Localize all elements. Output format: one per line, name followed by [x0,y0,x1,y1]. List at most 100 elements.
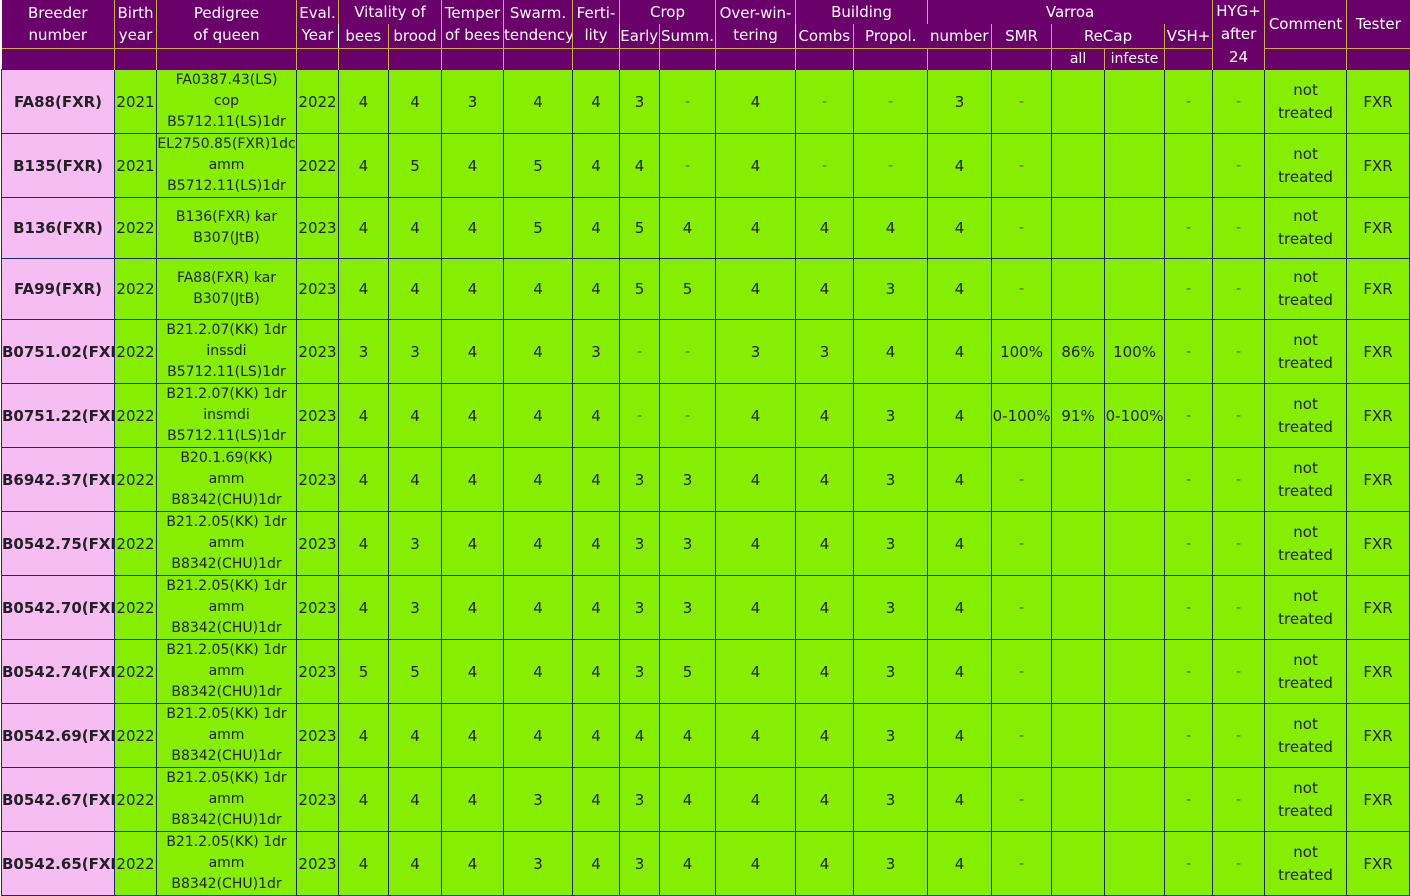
comment-cell: not treated [1264,319,1348,384]
vitality-bees-cell: 5 [338,639,389,704]
pedigree-line: B21.2.05(KK) 1dr [166,642,287,658]
building-propol-cell: 3 [853,575,929,640]
comment-line: treated [1278,291,1333,309]
recap-all-cell [1051,133,1106,198]
crop-early-cell: 3 [619,831,660,896]
pedigree-line: B21.2.05(KK) 1dr [166,578,287,594]
header-smr: SMR [991,24,1052,49]
varroa-smr-cell: - [991,447,1053,512]
building-combs-cell: 4 [795,831,855,896]
overwintering-cell: 4 [715,831,797,896]
birth-year-cell: 2022 [114,319,157,384]
temper-cell: 4 [441,447,504,512]
fertility-cell: 4 [572,575,620,640]
pedigree-line: B307(JtB) [193,230,260,246]
crop-early-cell: 4 [619,703,660,768]
temper-cell: 4 [441,767,504,832]
pedigree-line: inssdi [206,343,247,359]
swarm-tendency-cell: 3 [503,831,573,896]
recap-infested-cell [1104,831,1166,896]
eval-year-cell: 2022 [296,69,339,134]
building-propol-cell: 3 [853,511,929,576]
vitality-brood-cell: 4 [388,258,442,320]
comment-line: not [1293,778,1318,797]
breeder-number-cell: B6942.37(FXR) [1,447,115,512]
birth-year-cell: 2022 [114,639,157,704]
table-row: B0542.69(FXR)2022 B21.2.05(KK) 1dr amm B834… [1,703,1410,768]
overwintering-cell: 3 [715,319,797,384]
crop-early-cell: 3 [619,447,660,512]
temper-cell: 4 [441,511,504,576]
recap-all-cell [1051,258,1106,320]
pedigree-line: insmdi [203,407,250,423]
header-building: Building [795,0,928,25]
breeding-evaluation-table: Breeder number Birth year Pedigree of queen… [1,0,1410,896]
pedigree-line: B5712.11(LS)1dr [167,428,286,444]
building-combs-cell: - [795,133,855,198]
tester-cell: FXR [1346,133,1410,198]
varroa-smr-cell: - [991,69,1053,134]
building-combs-cell: 4 [795,383,855,448]
vsh-cell: - [1164,319,1214,384]
vitality-bees-cell: 4 [338,383,389,448]
building-propol-cell: 3 [853,447,929,512]
building-propol-cell: 3 [853,767,929,832]
breeder-number-cell: B0751.02(FXR) [1,319,115,384]
varroa-number-cell: 4 [927,511,993,576]
vitality-brood-cell: 4 [388,447,442,512]
crop-early-cell: 3 [619,767,660,832]
pedigree-line: amm [208,663,245,679]
varroa-smr-cell: - [991,767,1053,832]
overwintering-cell: 4 [715,258,797,320]
crop-early-cell: 3 [619,639,660,704]
comment-cell: not treated [1264,258,1348,320]
crop-early-cell: 3 [619,575,660,640]
pedigree-line: amm [208,157,245,173]
eval-year-cell: 2023 [296,319,339,384]
comment-line: not [1293,458,1318,477]
building-propol-cell: - [853,133,929,198]
vitality-brood-cell: 4 [388,831,442,896]
hyg-cell: - [1212,447,1266,512]
hyg-cell: - [1212,319,1266,384]
overwintering-cell: 4 [715,575,797,640]
pedigree-cell: B21.2.07(KK) 1dr insmdi B5712.11(LS)1dr [156,383,297,448]
building-propol-cell: 3 [853,383,929,448]
temper-cell: 4 [441,197,504,259]
building-combs-cell: 4 [795,575,855,640]
varroa-smr-cell: 100% [991,319,1053,384]
overwintering-cell: 4 [715,197,797,259]
hyg-cell: - [1212,703,1266,768]
comment-cell: not treated [1264,703,1348,768]
crop-summer-cell: 4 [658,767,717,832]
varroa-smr-cell: - [991,197,1053,259]
vitality-brood-cell: 3 [388,511,442,576]
vsh-cell: - [1164,767,1214,832]
header-swarm: Swarm. tendency [503,0,573,49]
crop-summer-cell: 5 [658,258,717,320]
recap-all-cell: 86% [1051,319,1106,384]
fertility-cell: 4 [572,383,620,448]
pedigree-line: amm [208,855,245,871]
pedigree-line: FA0387.43(LS) [175,72,278,88]
vitality-bees-cell: 4 [338,69,389,134]
breeder-number-cell: B0542.65(FXR) [1,831,115,896]
overwintering-cell: 4 [715,69,797,134]
comment-line: treated [1278,865,1333,884]
header-crop: Crop [618,0,716,25]
table-row: B0542.67(FXR)2022 B21.2.05(KK) 1dr amm B834… [1,767,1410,832]
header-pedigree: Pedigree of queen [156,0,297,49]
breeder-number-cell: B0542.69(FXR) [1,703,115,768]
pedigree-cell: EL2750.85(FXR)1dc amm B5712.11(LS)1dr [156,133,297,198]
crop-summer-cell: 5 [658,639,717,704]
vitality-bees-cell: 4 [338,767,389,832]
recap-infested-cell [1104,197,1166,259]
pedigree-cell: FA88(FXR) kar B307(JtB) [156,258,297,320]
varroa-smr-cell: - [991,575,1053,640]
varroa-number-cell: 3 [927,69,993,134]
header-eval-year: Eval. Year [296,0,339,49]
varroa-number-cell: 4 [927,197,993,259]
building-combs-cell: 4 [795,258,855,320]
varroa-smr-cell: - [991,511,1053,576]
table-row: B136(FXR) 2022 B136(FXR) kar B307(JtB) 2023 4… [1,197,1410,259]
